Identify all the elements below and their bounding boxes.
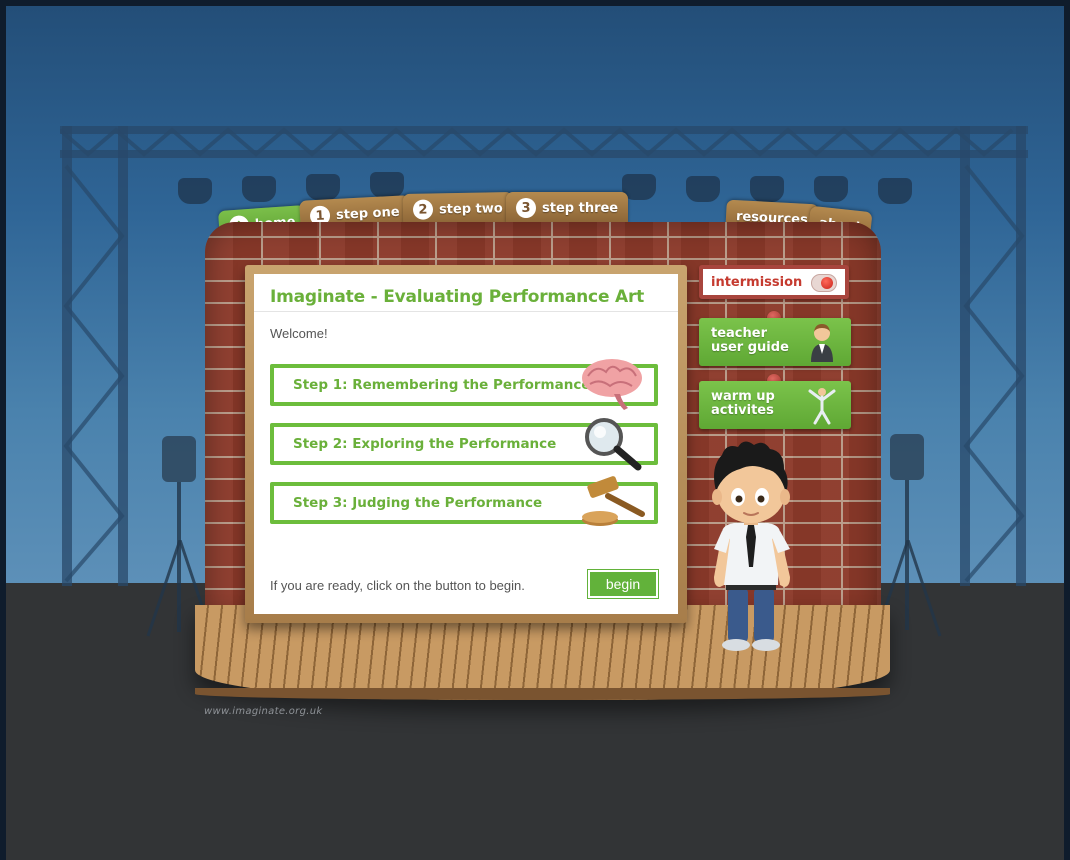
tab-step-three-label: step three (542, 200, 619, 216)
step-2-label: Step 2: Exploring the Performance (293, 436, 557, 452)
stage-scene: home 1 step one 2 step two 3 step three … (0, 0, 1070, 860)
intermission-toggle[interactable] (811, 274, 837, 292)
teacher-guide-button[interactable]: teacher user guide (699, 318, 851, 366)
step-three-number: 3 (516, 198, 536, 218)
page-title: Imaginate - Evaluating Performance Art (270, 287, 645, 307)
step-1-label: Step 1: Remembering the Performance (293, 377, 591, 393)
step-2-button[interactable]: Step 2: Exploring the Performance (270, 418, 658, 471)
welcome-text: Welcome! (270, 326, 328, 341)
footer-url: www.imaginate.org.uk (204, 706, 323, 717)
main-panel: Imaginate - Evaluating Performance Art W… (254, 274, 678, 614)
brain-icon (582, 359, 642, 410)
tab-step-two[interactable]: 2 step two (402, 192, 514, 226)
tab-step-two-label: step two (438, 200, 503, 217)
title-divider (254, 311, 678, 312)
jumping-person-icon (808, 388, 836, 425)
gavel-icon (582, 476, 645, 526)
intermission-button[interactable]: intermission (699, 265, 849, 299)
tab-step-three[interactable]: 3 step three (506, 192, 629, 224)
ready-text: If you are ready, click on the button to… (270, 578, 525, 593)
step-3-label: Step 3: Judging the Performance (293, 495, 543, 511)
begin-button[interactable]: begin (587, 569, 659, 599)
warm-up-button[interactable]: warm up activites (699, 381, 851, 429)
step-two-number: 2 (412, 199, 434, 220)
step-3-button[interactable]: Step 3: Judging the Performance (270, 476, 658, 526)
teacher-icon (811, 324, 833, 362)
intermission-label: intermission (711, 274, 803, 290)
tab-step-one-label: step one (335, 204, 400, 223)
boy-character (712, 441, 790, 651)
step-1-button[interactable]: Step 1: Remembering the Performance (270, 359, 658, 410)
stage-edge (195, 688, 890, 700)
magnifying-glass-icon (585, 418, 642, 471)
